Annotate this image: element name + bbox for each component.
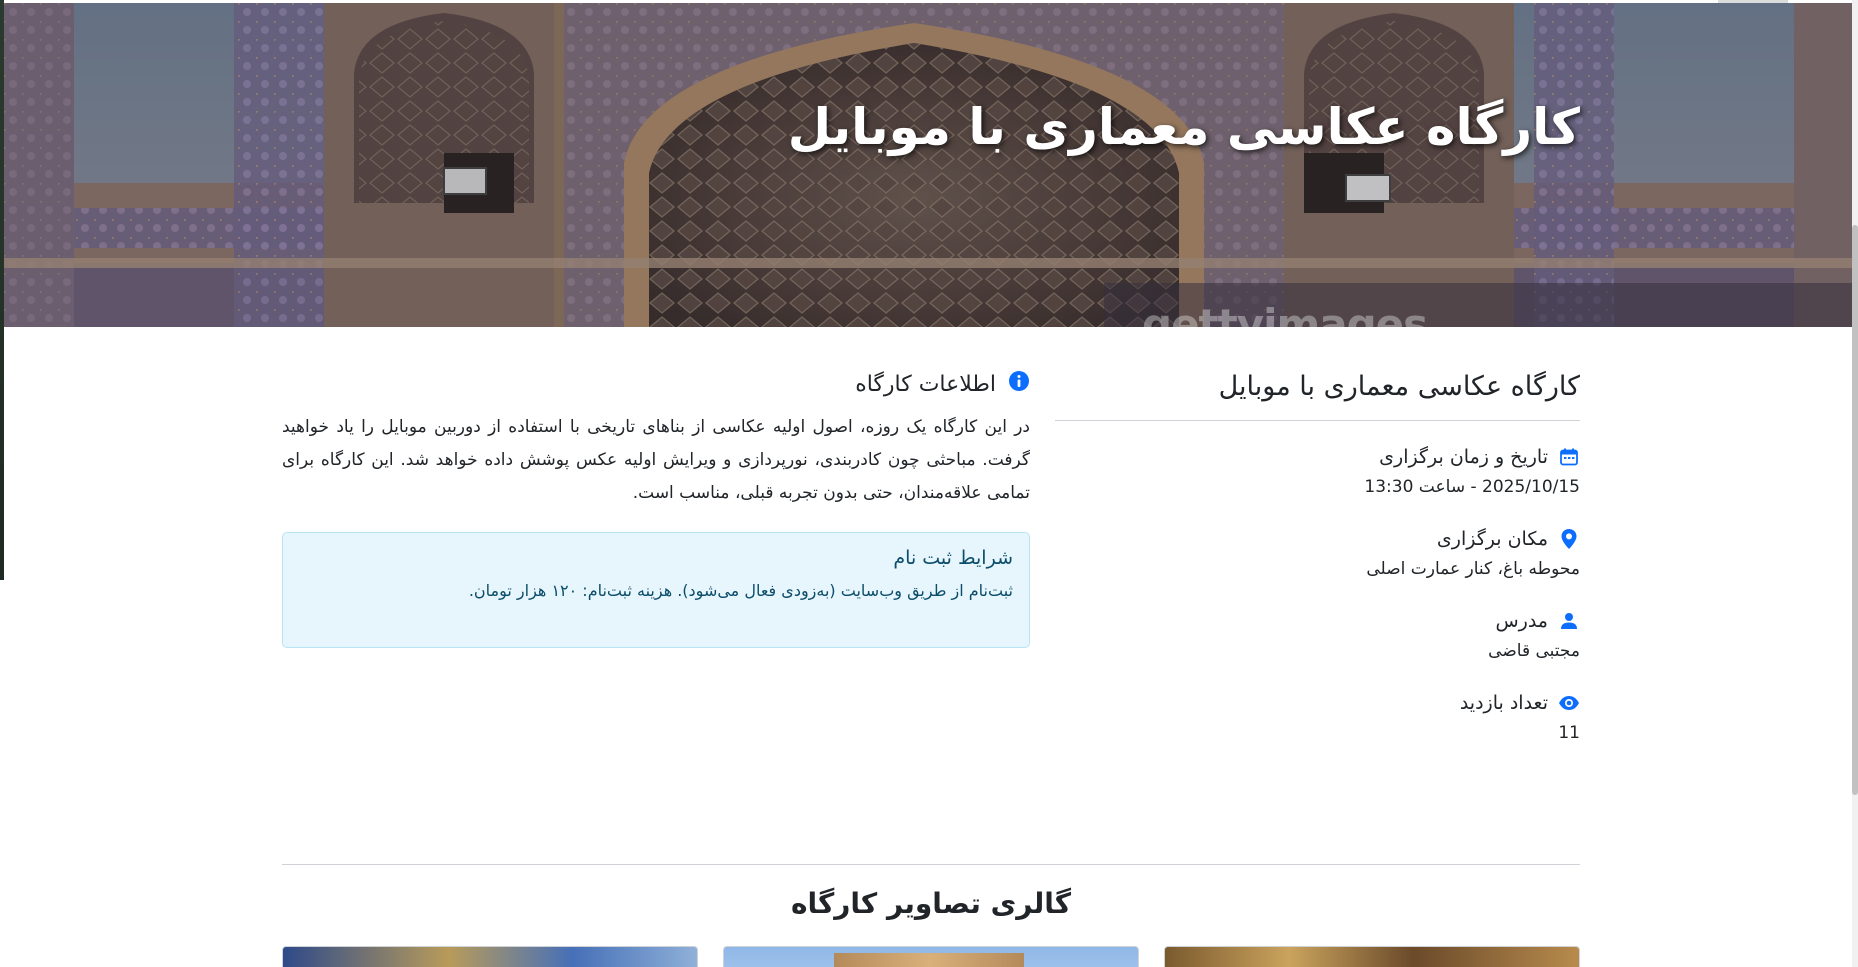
info-circle-icon <box>1008 370 1030 398</box>
scrollbar-thumb[interactable] <box>1852 225 1858 795</box>
info-heading: اطلاعات کارگاه <box>282 367 1030 401</box>
detail-value: مجتبی قاضی <box>1488 641 1580 661</box>
calendar-icon <box>1558 446 1580 468</box>
detail-value: 2025/10/15 - ساعت 13:30 <box>1364 477 1580 497</box>
gallery-image-3[interactable] <box>1164 946 1580 967</box>
detail-label: تعداد بازدید <box>1459 692 1548 714</box>
hero-banner: gettyimages کارگاه عکاسی معماری با موبای… <box>4 3 1858 327</box>
workshop-info-panel: اطلاعات کارگاه در این کارگاه یک روزه، اص… <box>282 367 1030 648</box>
registration-text: ثبت‌نام از طریق وب‌سایت (به‌زودی فعال می… <box>468 581 1013 600</box>
detail-value: محوطه باغ، کنار عمارت اصلی <box>1366 559 1580 579</box>
detail-label: تاریخ و زمان برگزاری <box>1379 446 1548 468</box>
registration-title: شرایط ثبت نام <box>893 547 1013 569</box>
gallery-title: گالری تصاویر کارگاه <box>790 887 1072 920</box>
info-description: در این کارگاه یک روزه، اصول اولیه عکاسی … <box>282 417 1030 503</box>
detail-views: تعداد بازدید 11 <box>1055 689 1580 749</box>
event-details-panel: کارگاه عکاسی معماری با موبایل تاریخ و زم… <box>1055 371 1580 749</box>
gallery-image-2[interactable] <box>723 946 1139 967</box>
detail-datetime: تاریخ و زمان برگزاری 2025/10/15 - ساعت 1… <box>1055 443 1580 503</box>
info-heading-text: اطلاعات کارگاه <box>855 371 996 397</box>
top-chip <box>1718 0 1788 3</box>
event-title: کارگاه عکاسی معماری با موبایل <box>1055 371 1580 421</box>
detail-value: 11 <box>1558 723 1580 743</box>
detail-location: مکان برگزاری محوطه باغ، کنار عمارت اصلی <box>1055 525 1580 585</box>
gallery-grid <box>282 946 1580 967</box>
person-icon <box>1558 610 1580 632</box>
location-pin-icon <box>1558 528 1580 550</box>
gallery-image-1[interactable] <box>282 946 698 967</box>
hero-mosque-image <box>4 3 1858 327</box>
detail-label: مکان برگزاری <box>1436 528 1548 550</box>
window-left-edge <box>0 0 4 967</box>
section-divider <box>282 864 1580 865</box>
detail-label: مدرس <box>1495 610 1548 632</box>
scrollbar[interactable] <box>1852 0 1858 967</box>
eye-icon <box>1558 692 1580 714</box>
detail-instructor: مدرس مجتبی قاضی <box>1055 607 1580 667</box>
hero-title: کارگاه عکاسی معماری با موبایل <box>787 98 1580 156</box>
registration-alert: شرایط ثبت نام ثبت‌نام از طریق وب‌سایت (ب… <box>282 532 1030 648</box>
watermark-text: gettyimages <box>1142 300 1428 327</box>
